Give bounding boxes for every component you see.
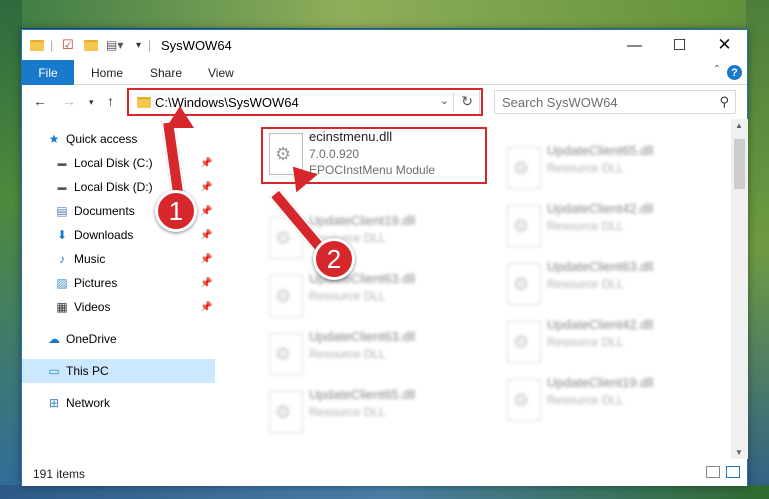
dll-file-icon: ⚙ bbox=[507, 263, 541, 305]
network-icon: ⊞ bbox=[48, 396, 60, 410]
scroll-up-icon[interactable]: ▲ bbox=[735, 121, 743, 130]
scrollbar-thumb[interactable] bbox=[734, 139, 745, 189]
cloud-icon: ☁ bbox=[48, 332, 60, 346]
file-item[interactable]: ⚙ UpdateClient19.dll Resource DLL bbox=[499, 371, 729, 431]
explorer-window: | ☑ ▤▾ ▾ | SysWOW64 — ☐ ✕ File Home Shar… bbox=[21, 29, 748, 486]
download-icon: ⬇ bbox=[56, 228, 68, 242]
ribbon-tabs: File Home Share View ⌃ ? bbox=[22, 60, 747, 85]
scroll-down-icon[interactable]: ▼ bbox=[735, 448, 743, 457]
collapse-ribbon-icon[interactable]: ⌃ bbox=[713, 64, 721, 75]
title-bar: | ☑ ▤▾ ▾ | SysWOW64 — ☐ ✕ bbox=[22, 30, 747, 60]
sidebar-item-onedrive[interactable]: ☁ OneDrive bbox=[22, 327, 215, 351]
tab-file[interactable]: File bbox=[22, 60, 74, 85]
folder-icon bbox=[30, 37, 44, 53]
large-icons-view-icon[interactable] bbox=[726, 466, 740, 478]
pin-icon[interactable]: 📌 bbox=[200, 182, 212, 193]
back-icon[interactable]: ← bbox=[33, 93, 47, 109]
window-title: SysWOW64 bbox=[161, 38, 232, 53]
pin-icon[interactable]: 📌 bbox=[200, 158, 212, 169]
sidebar-item-videos[interactable]: ▦ Videos 📌 bbox=[22, 295, 215, 319]
file-item[interactable]: ⚙ UpdateClient63.dll Resource DLL bbox=[499, 255, 729, 315]
sidebar-item-pictures[interactable]: ▨ Pictures 📌 bbox=[22, 271, 215, 295]
annotation-arrowhead-1 bbox=[166, 106, 194, 128]
item-count: 191 items bbox=[33, 467, 86, 481]
customize-icon[interactable]: ▤▾ bbox=[106, 37, 123, 53]
file-item[interactable]: ⚙ UpdateClient63.dll Resource DLL bbox=[261, 267, 491, 327]
step-badge-2: 2 bbox=[313, 238, 355, 280]
details-view-icon[interactable] bbox=[706, 466, 720, 478]
navigation-pane: ★ Quick access ▬ Local Disk (C:) 📌 ▬ Loc… bbox=[22, 119, 215, 459]
search-placeholder[interactable]: Search SysWOW64 bbox=[502, 95, 618, 110]
pin-icon[interactable]: 📌 bbox=[200, 230, 212, 241]
desktop-background-right bbox=[746, 0, 769, 499]
minimize-button[interactable]: — bbox=[612, 30, 657, 60]
sidebar-item-local-disk-c[interactable]: ▬ Local Disk (C:) 📌 bbox=[22, 151, 215, 175]
file-item[interactable]: ⚙ UpdateClient65.dll Resource DLL bbox=[499, 139, 729, 199]
recent-locations-icon[interactable]: ▾ bbox=[89, 97, 94, 108]
dll-file-icon: ⚙ bbox=[507, 147, 541, 189]
file-item[interactable]: ⚙ UpdateClient42.dll Resource DLL bbox=[499, 197, 729, 257]
star-icon: ★ bbox=[48, 132, 60, 146]
search-icon[interactable]: ⚲ bbox=[719, 94, 729, 110]
pictures-icon: ▨ bbox=[56, 276, 68, 290]
pin-icon[interactable]: 📌 bbox=[200, 302, 212, 313]
sidebar-item-network[interactable]: ⊞ Network bbox=[22, 391, 215, 415]
pin-icon[interactable]: 📌 bbox=[200, 206, 212, 217]
dll-file-icon: ⚙ bbox=[269, 391, 303, 433]
step-badge-1: 1 bbox=[155, 190, 197, 232]
sidebar-item-quick-access[interactable]: ★ Quick access bbox=[22, 127, 215, 151]
properties-icon[interactable]: ☑ bbox=[62, 37, 74, 53]
dll-file-icon: ⚙ bbox=[507, 379, 541, 421]
documents-icon: ▤ bbox=[56, 204, 68, 218]
tab-view[interactable]: View bbox=[208, 66, 234, 80]
navigation-bar: ← → ▾ ↑ C:\Windows\SysWOW64 ⌄ ↻ Search S… bbox=[22, 86, 747, 118]
desktop-background-left bbox=[0, 0, 22, 499]
sidebar-item-this-pc[interactable]: ▭ This PC bbox=[22, 359, 215, 383]
desktop-background-bottom bbox=[0, 485, 769, 499]
dll-file-icon: ⚙ bbox=[507, 205, 541, 247]
drive-icon: ▬ bbox=[57, 158, 67, 168]
videos-icon: ▦ bbox=[56, 300, 68, 314]
tab-home[interactable]: Home bbox=[91, 66, 123, 80]
drive-icon: ▬ bbox=[57, 182, 67, 192]
pin-icon[interactable]: 📌 bbox=[200, 254, 212, 265]
file-item[interactable]: ⚙ UpdateClient42.dll Resource DLL bbox=[499, 313, 729, 373]
music-icon: ♪ bbox=[59, 252, 65, 266]
maximize-button[interactable]: ☐ bbox=[657, 30, 702, 60]
vertical-scrollbar[interactable]: ▲ ▼ bbox=[731, 119, 748, 459]
dll-file-icon: ⚙ bbox=[269, 275, 303, 317]
desktop-background bbox=[0, 0, 769, 28]
sidebar-item-music[interactable]: ♪ Music 📌 bbox=[22, 247, 215, 271]
dll-file-icon: ⚙ bbox=[507, 321, 541, 363]
up-icon[interactable]: ↑ bbox=[107, 93, 114, 109]
quick-access-dropdown-icon[interactable]: ▾ bbox=[136, 37, 141, 53]
forward-icon[interactable]: → bbox=[62, 93, 76, 109]
close-button[interactable]: ✕ bbox=[702, 30, 747, 60]
file-item[interactable]: ⚙ UpdateClient65.dll Resource DLL bbox=[261, 383, 491, 443]
search-box[interactable]: Search SysWOW64 ⚲ bbox=[494, 90, 736, 114]
dll-file-icon: ⚙ bbox=[269, 333, 303, 375]
tab-share[interactable]: Share bbox=[150, 66, 182, 80]
status-bar: 191 items bbox=[22, 460, 747, 486]
computer-icon: ▭ bbox=[48, 364, 60, 378]
help-icon[interactable]: ? bbox=[727, 65, 742, 80]
file-item[interactable]: ⚙ UpdateClient63.dll Resource DLL bbox=[261, 325, 491, 385]
new-folder-icon[interactable] bbox=[84, 37, 98, 53]
pin-icon[interactable]: 📌 bbox=[200, 278, 212, 289]
